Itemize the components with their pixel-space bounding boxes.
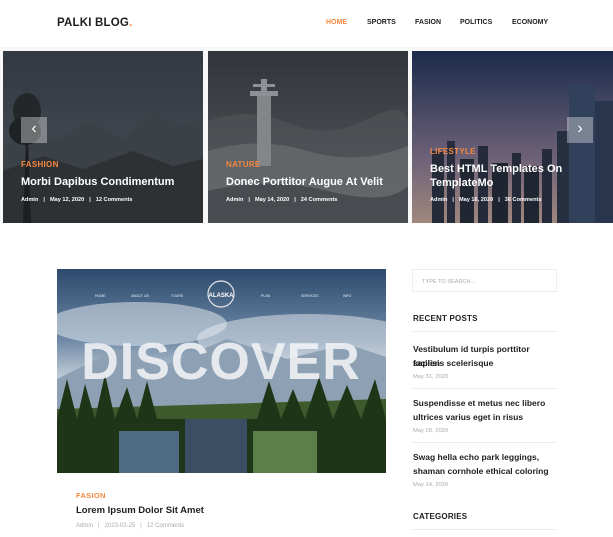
slide-3-title-line1[interactable]: Best HTML Templates On [430,162,562,177]
nav-sports[interactable]: SPORTS [367,19,396,26]
post-date[interactable]: 2023-02-25 [105,523,136,529]
chevron-left-icon: ‹ [31,120,37,137]
page: PALKI BLOG. HOME SPORTS FASION POLITICS … [0,0,613,537]
post-image-headline: DISCOVER [81,333,361,391]
post-image-menu-item: ABOUT US [131,294,149,298]
recent-post-1-date: May 31, 2020 [413,374,449,380]
search-input[interactable] [413,271,556,293]
categories-heading: CATEGORIES [413,512,468,521]
slide-1-category[interactable]: FASHION [21,160,59,169]
recent-post-2-date: May 28, 2020 [413,428,449,434]
blog-post-card: ALASKA HOME ABOUT US TOURS PLAN SERVICES… [57,269,386,537]
slide-3-meta: Admin | May 16, 2020 | 36 Comments [430,197,542,203]
slider-item-2[interactable]: NATURE Donec Porttitor Augue At Velit Ad… [208,51,408,223]
nav-fasion[interactable]: FASION [415,19,441,26]
divider [412,331,557,332]
divider [412,388,557,389]
logo-dot: . [129,17,133,29]
divider [412,442,557,443]
post-image[interactable]: ALASKA HOME ABOUT US TOURS PLAN SERVICES… [57,269,386,473]
recent-post-3-title-line1[interactable]: Swag hella echo park leggings, [413,450,558,464]
post-meta: Admin | 2023-02-25 | 12 Comments [76,523,185,529]
slide-2-category[interactable]: NATURE [226,160,261,169]
post-title[interactable]: Lorem Ipsum Dolor Sit Amet [76,505,204,516]
post-image-menu-item: INFO [343,294,352,298]
nav-politics[interactable]: POLITICS [460,19,492,26]
post-comments[interactable]: 12 Comments [147,523,184,529]
post-image-menu-item: PLAN [261,294,271,298]
slide-3-title-line2[interactable]: TemplateMo [430,176,493,191]
post-image-menu-item: TOURS [171,294,184,298]
recent-post-2-title-line2[interactable]: ultrices varius eget in risus [413,410,558,424]
divider [412,529,557,530]
site-logo[interactable]: PALKI BLOG. [57,17,132,29]
slide-1-meta: Admin | May 12, 2020 | 12 Comments [21,197,133,203]
recent-post-1-title-line2[interactable]: facilisis scelerisque [413,356,558,370]
recent-post-3-date: May 14, 2020 [413,482,449,488]
search-box [412,269,557,293]
recent-post-2-title-line1[interactable]: Suspendisse et metus nec libero [413,396,558,410]
slide-3-category[interactable]: LIFESTYLE [430,147,476,156]
slide-1-title[interactable]: Morbi Dapibus Condimentum [21,175,174,190]
chevron-right-icon: › [577,120,583,137]
recent-posts-heading: RECENT POSTS [413,314,478,323]
recent-post-3-title-line2[interactable]: shaman cornhole ethical coloring [413,464,558,478]
post-image-menu-item: HOME [95,294,106,298]
slide-2-title[interactable]: Donec Porttitor Augue At Velit [226,175,383,190]
post-author[interactable]: Admin [76,523,93,529]
slider-next-button[interactable]: › [567,117,593,143]
slider-prev-button[interactable]: ‹ [21,117,47,143]
post-category[interactable]: FASION [76,491,106,500]
slide-2-meta: Admin | May 14, 2020 | 24 Comments [226,197,338,203]
site-header: PALKI BLOG. HOME SPORTS FASION POLITICS … [0,0,613,47]
nav-economy[interactable]: ECONOMY [512,19,548,26]
post-image-menu-item: SERVICES [301,294,319,298]
post-image-logo: ALASKA [209,293,235,299]
nav-home[interactable]: HOME [326,19,347,26]
